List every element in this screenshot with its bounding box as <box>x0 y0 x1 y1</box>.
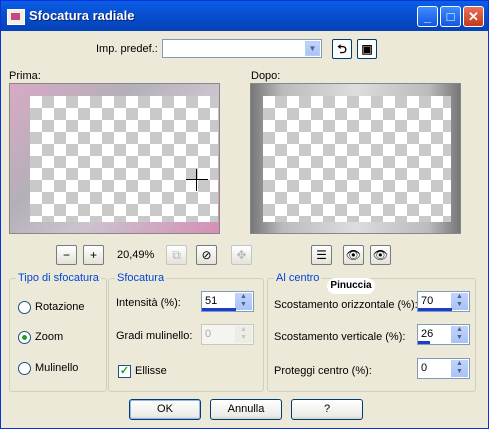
presets-label: Imp. predef.: <box>96 43 158 55</box>
blur-legend: Sfocatura <box>117 272 165 284</box>
ok-button[interactable]: OK <box>129 399 201 420</box>
maximize-button[interactable]: □ <box>440 6 461 27</box>
eye-icon: 👁 <box>372 248 389 262</box>
lock-preview-button[interactable]: 👁 <box>343 245 364 265</box>
zoom-level: 20,49% <box>117 249 155 261</box>
title-bar[interactable]: Sfocatura radiale _ □ ✕ <box>1 1 488 31</box>
zoom-100-button[interactable]: ⧉ <box>166 245 187 265</box>
h-offset-label: Scostamento orizzontale (%): <box>274 299 418 311</box>
eye-lock-icon: 👁 <box>345 248 362 262</box>
intensity-value[interactable]: 51 <box>205 295 217 307</box>
radio-mulinello[interactable] <box>18 362 31 375</box>
crosshair-icon[interactable] <box>186 169 208 191</box>
slider-bar[interactable] <box>418 341 430 344</box>
v-offset-value[interactable]: 26 <box>421 328 433 340</box>
no-proof-icon: ⊘ <box>201 248 212 262</box>
h-offset-spinner[interactable]: 70 ▲ ▼ <box>417 291 470 312</box>
before-preview[interactable] <box>9 83 220 234</box>
after-label: Dopo: <box>251 70 281 82</box>
intensity-spinner[interactable]: 51 ▲ ▼ <box>201 291 254 312</box>
presets-select[interactable]: ▼ <box>162 39 322 58</box>
radio-rotazione-label[interactable]: Rotazione <box>35 301 85 313</box>
after-preview <box>250 83 461 234</box>
window-title: Sfocatura radiale <box>29 8 135 23</box>
transparency-checkerboard <box>30 96 218 222</box>
v-offset-label: Scostamento verticale (%): <box>274 331 406 343</box>
zoom-in-button[interactable]: + <box>83 245 104 265</box>
protect-spinner[interactable]: 0 ▲ ▼ <box>417 358 470 379</box>
slider-bar[interactable] <box>202 308 236 311</box>
protect-label: Proteggi centro (%): <box>274 365 372 377</box>
radio-zoom[interactable] <box>18 331 31 344</box>
before-label: Prima: <box>9 70 41 82</box>
window-icon: ☰ <box>316 248 327 262</box>
twirl-label: Gradi mulinello: <box>116 330 193 342</box>
undo-arrow-icon: ⮌ <box>337 42 347 56</box>
close-button[interactable]: ✕ <box>463 6 484 27</box>
cancel-button[interactable]: Annulla <box>210 399 282 420</box>
proof-button[interactable]: ☰ <box>311 245 332 265</box>
zoom-out-button[interactable]: − <box>56 245 77 265</box>
spin-arrows-icon[interactable]: ▲ ▼ <box>235 293 252 310</box>
transparency-checkerboard <box>263 96 451 222</box>
magnifier-minus-icon: − <box>62 248 70 262</box>
slider-bar[interactable] <box>418 308 452 311</box>
floppy-disk-icon: ▣ <box>361 42 373 56</box>
preview-on-image-button[interactable]: 👁 <box>370 245 391 265</box>
watermark: Pinuccia <box>327 278 375 294</box>
radio-rotazione[interactable] <box>18 301 31 314</box>
help-button[interactable]: ? <box>291 399 363 420</box>
dialog-window: Sfocatura radiale _ □ ✕ Imp. predef.: ▼ … <box>0 0 489 429</box>
app-icon <box>7 9 25 25</box>
navigate-button[interactable]: ✥ <box>231 245 252 265</box>
v-offset-spinner[interactable]: 26 ▲ ▼ <box>417 324 470 345</box>
radio-mulinello-label[interactable]: Mulinello <box>35 362 78 374</box>
ellipse-checkbox[interactable]: ✓ <box>118 365 131 378</box>
reset-preset-button[interactable]: ⮌ <box>332 39 352 59</box>
spin-arrows-icon[interactable]: ▲ ▼ <box>451 293 468 310</box>
twirl-value[interactable]: 0 <box>205 328 211 340</box>
ellipse-label[interactable]: Ellisse <box>135 365 167 377</box>
twirl-spinner[interactable]: 0 ▲ ▼ <box>201 324 254 345</box>
spin-arrows-icon[interactable]: ▲ ▼ <box>451 360 468 377</box>
save-preset-button[interactable]: ▣ <box>357 39 377 59</box>
spin-arrows-icon[interactable]: ▲ ▼ <box>451 326 468 343</box>
magnifier-plus-icon: + <box>89 248 97 262</box>
minimize-button[interactable]: _ <box>417 6 438 27</box>
actual-size-icon: ⧉ <box>172 248 181 262</box>
spin-arrows-icon[interactable]: ▲ ▼ <box>235 326 252 343</box>
intensity-label: Intensità (%): <box>116 297 181 309</box>
auto-proof-button[interactable]: ⊘ <box>196 245 217 265</box>
center-legend: Al centro <box>276 272 320 284</box>
move-arrows-icon: ✥ <box>236 248 247 262</box>
blur-type-legend: Tipo di sfocatura <box>18 272 99 284</box>
radio-zoom-label[interactable]: Zoom <box>35 331 63 343</box>
chevron-down-icon[interactable]: ▼ <box>305 41 320 56</box>
h-offset-value[interactable]: 70 <box>421 295 433 307</box>
protect-value[interactable]: 0 <box>421 362 427 374</box>
